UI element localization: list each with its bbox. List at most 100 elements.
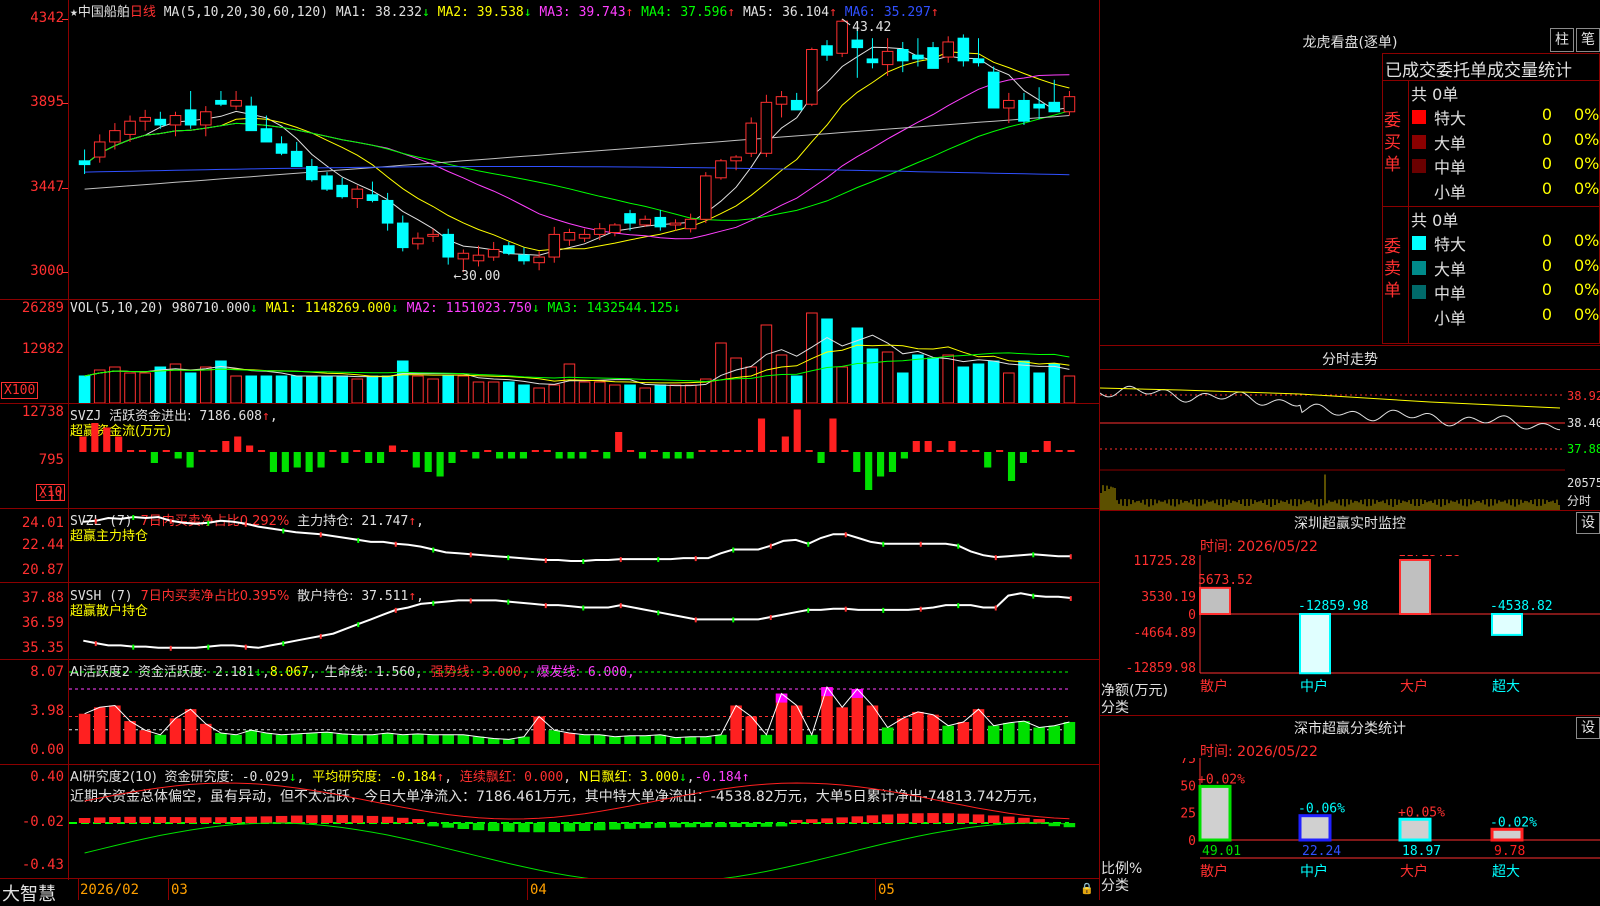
ai-research-bar (775, 823, 788, 827)
svzj-bar (103, 427, 111, 452)
ai-research-bar (639, 823, 651, 829)
dragon-title: 龙虎看盘(逐单) (1302, 35, 1398, 51)
candle-body (548, 233, 561, 258)
svzj-bar (829, 418, 837, 452)
order-count: 0 (1541, 280, 1552, 299)
svzj-bar (79, 436, 87, 452)
volume-bar (669, 384, 682, 403)
ai-research-chart[interactable] (69, 765, 1099, 878)
order-percent: 0% (1574, 231, 1600, 250)
svzj-bar (388, 445, 397, 452)
ai-active-bar (972, 709, 985, 744)
ai-active-bar (336, 733, 348, 744)
ai-active-bar (215, 732, 227, 744)
order-count: 0 (1541, 304, 1552, 324)
candle-body (336, 184, 348, 198)
volume-bar (93, 369, 106, 403)
svsh-chart[interactable] (69, 583, 1099, 659)
ai-research-bar (366, 815, 379, 823)
volume-bar (609, 384, 621, 403)
monitor-bar-label: 11725.28 (1398, 555, 1461, 560)
svzj-bar (924, 441, 932, 452)
volume-bar (987, 360, 1000, 403)
ai-active-bar (654, 734, 667, 744)
order-color-swatch (1412, 110, 1426, 124)
candle-body (124, 120, 136, 135)
ai-active-bar (154, 734, 167, 744)
order-color-swatch (1412, 183, 1426, 198)
class-settings-button[interactable]: 设 (1576, 717, 1600, 739)
svzl-chart[interactable] (69, 509, 1099, 582)
ai-active-bar (609, 736, 621, 744)
svzj-bar (234, 436, 242, 452)
ai-active-bar (109, 705, 121, 744)
candle-body (715, 160, 727, 179)
monitor-bar-label: 5673.52 (1198, 573, 1253, 588)
svzj-chart[interactable] (69, 404, 1099, 508)
volume-bar (1048, 363, 1061, 403)
ai-active-bar (881, 727, 894, 744)
order-type-label: 特大 (1434, 109, 1467, 128)
lock-icon[interactable]: 🔒 (1080, 882, 1094, 895)
order-percent: 0% (1574, 304, 1600, 324)
candle-body (1033, 103, 1045, 109)
candle-body (275, 143, 288, 154)
ai-research-bar (821, 818, 833, 823)
ai-research-bar (881, 814, 894, 823)
order-type-label: 小单 (1434, 182, 1467, 202)
ai-research-tick-label: -0.43 (21, 857, 64, 873)
ai-research-bar (927, 813, 939, 823)
class-tick-label: 0 (1188, 834, 1196, 849)
ai-active-chart[interactable] (69, 660, 1099, 764)
ai-research-bar (578, 823, 591, 831)
class-chart[interactable]: 75 50 25 0 +0.02% 49.01 散户 -0.06% 22.24 中户 +0.05% 1… (1100, 758, 1600, 900)
svzj-bar (174, 452, 182, 459)
monitor-category-label: 中户 (1300, 678, 1328, 695)
monitor-chart[interactable]: 11725.28 3530.19 0 -4664.89 -12859.98 5673.52… (1100, 555, 1600, 715)
volume-chart[interactable] (69, 300, 1099, 403)
order-percent: 0% (1574, 178, 1600, 198)
class-value-label: 49.01 (1202, 844, 1241, 859)
ai-research-bar (563, 823, 576, 832)
order-color-swatch (1412, 309, 1426, 324)
order-type-label: 大单 (1434, 259, 1467, 279)
ai-research-tick-label: 0.40 (30, 769, 64, 785)
month-label: 05 (878, 882, 895, 898)
volume-bar (942, 354, 955, 403)
svzj-bar (746, 450, 754, 452)
ai-research-bar (654, 823, 667, 828)
svzj-bar (317, 452, 325, 468)
ai-active-bar (1063, 721, 1076, 744)
ai-research-bar (533, 823, 545, 833)
kline-chart[interactable]: 43.42 ←30.00 (69, 0, 1099, 299)
svzj-bar (734, 450, 742, 452)
minute-chart[interactable] (1100, 370, 1565, 510)
order-percent: 0% (1574, 105, 1600, 124)
svzj-bar (138, 450, 147, 452)
volume-bar (775, 354, 788, 403)
svzj-bar (496, 452, 504, 459)
ai-research-tick-label: -0.02 (21, 814, 64, 830)
ai-active-bar (412, 733, 424, 744)
svzj-bar (805, 450, 813, 452)
svzj-bar (341, 452, 349, 463)
candle-body (851, 39, 864, 49)
volume-bar (124, 372, 136, 403)
svzj-bar (281, 452, 289, 472)
class-category-label: 散户 (1200, 863, 1228, 880)
candle-body (684, 218, 697, 230)
ai-active-bar (472, 736, 485, 744)
monitor-settings-button[interactable]: 设 (1576, 512, 1600, 534)
ma5-line (84, 46, 1070, 256)
tick-view-button[interactable]: 笔 (1576, 28, 1600, 52)
column-view-button[interactable]: 柱 (1550, 28, 1574, 52)
svzj-bar (257, 450, 266, 452)
volume-bar (1063, 375, 1076, 403)
svzj-bar (650, 450, 658, 452)
volume-tick-label: 12982 (21, 341, 64, 357)
ai-research-bar (1033, 819, 1045, 823)
volume-bar (109, 366, 121, 403)
volume-bar (1003, 372, 1015, 403)
candle-body (987, 71, 1000, 109)
price-tick (62, 18, 68, 20)
